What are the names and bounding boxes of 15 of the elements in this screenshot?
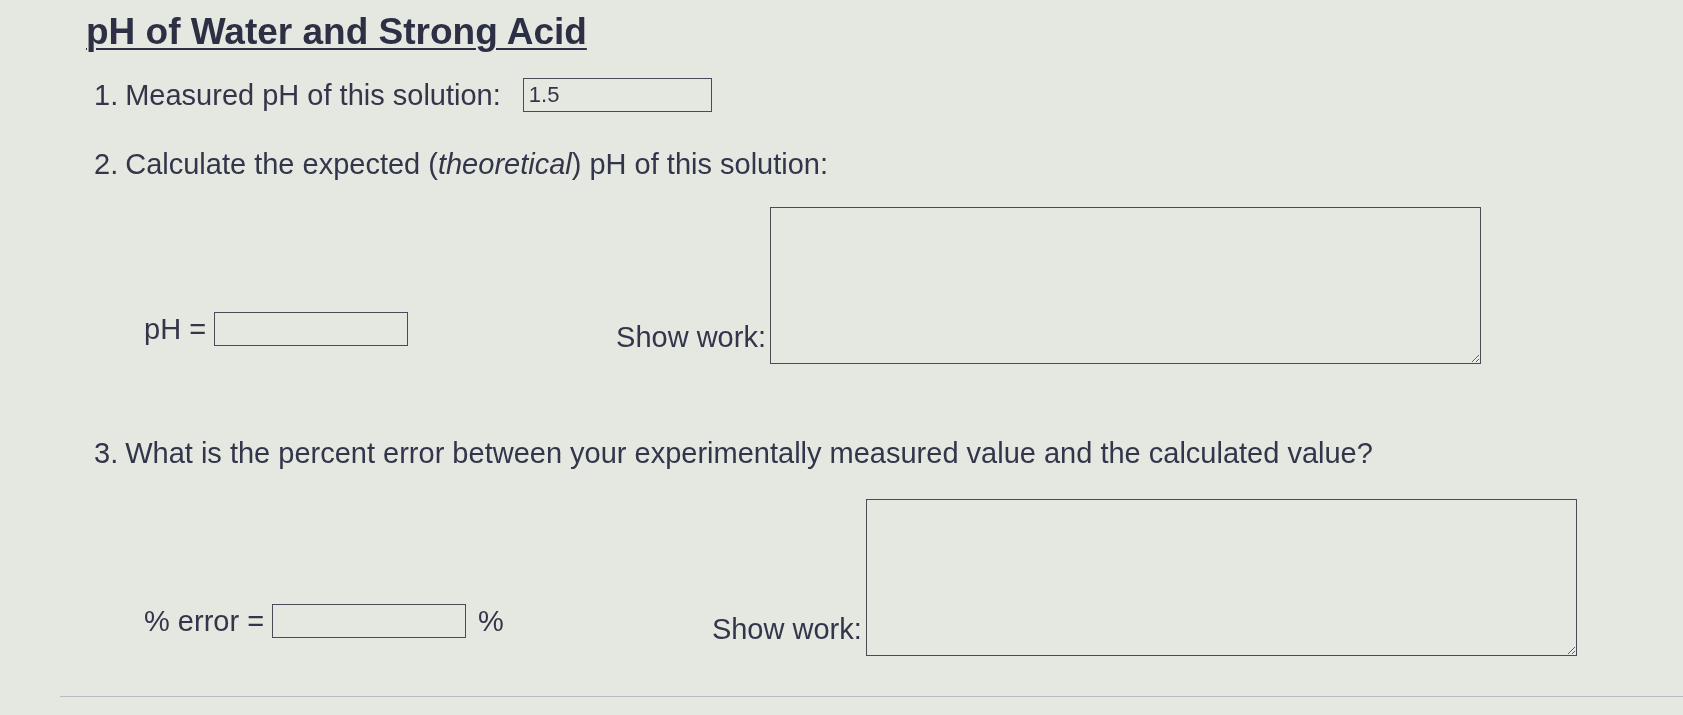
answer-label: pH = (144, 312, 207, 346)
answer-field[interactable] (214, 312, 409, 346)
question-number: 3. (94, 436, 119, 470)
question-text: Measured pH of this solution: (125, 78, 501, 112)
show-work-label: Show work: (711, 613, 862, 646)
question-number: 2. (94, 147, 119, 181)
question-number: 1. (94, 78, 119, 112)
answer-label: % error = (144, 604, 265, 638)
question-text: Calculate the expected (theoretical) pH of this solution: (125, 147, 829, 181)
question-text: What is the percent error between your experimentally measured value and the calculated value? (125, 436, 1373, 470)
page-title: pH of Water and Strong Acid (86, 10, 587, 54)
show-work-label: Show work: (616, 321, 766, 354)
answer-field[interactable]: 1.5 (522, 78, 712, 112)
unit-label: % (478, 604, 504, 638)
answer-field[interactable] (272, 604, 467, 638)
